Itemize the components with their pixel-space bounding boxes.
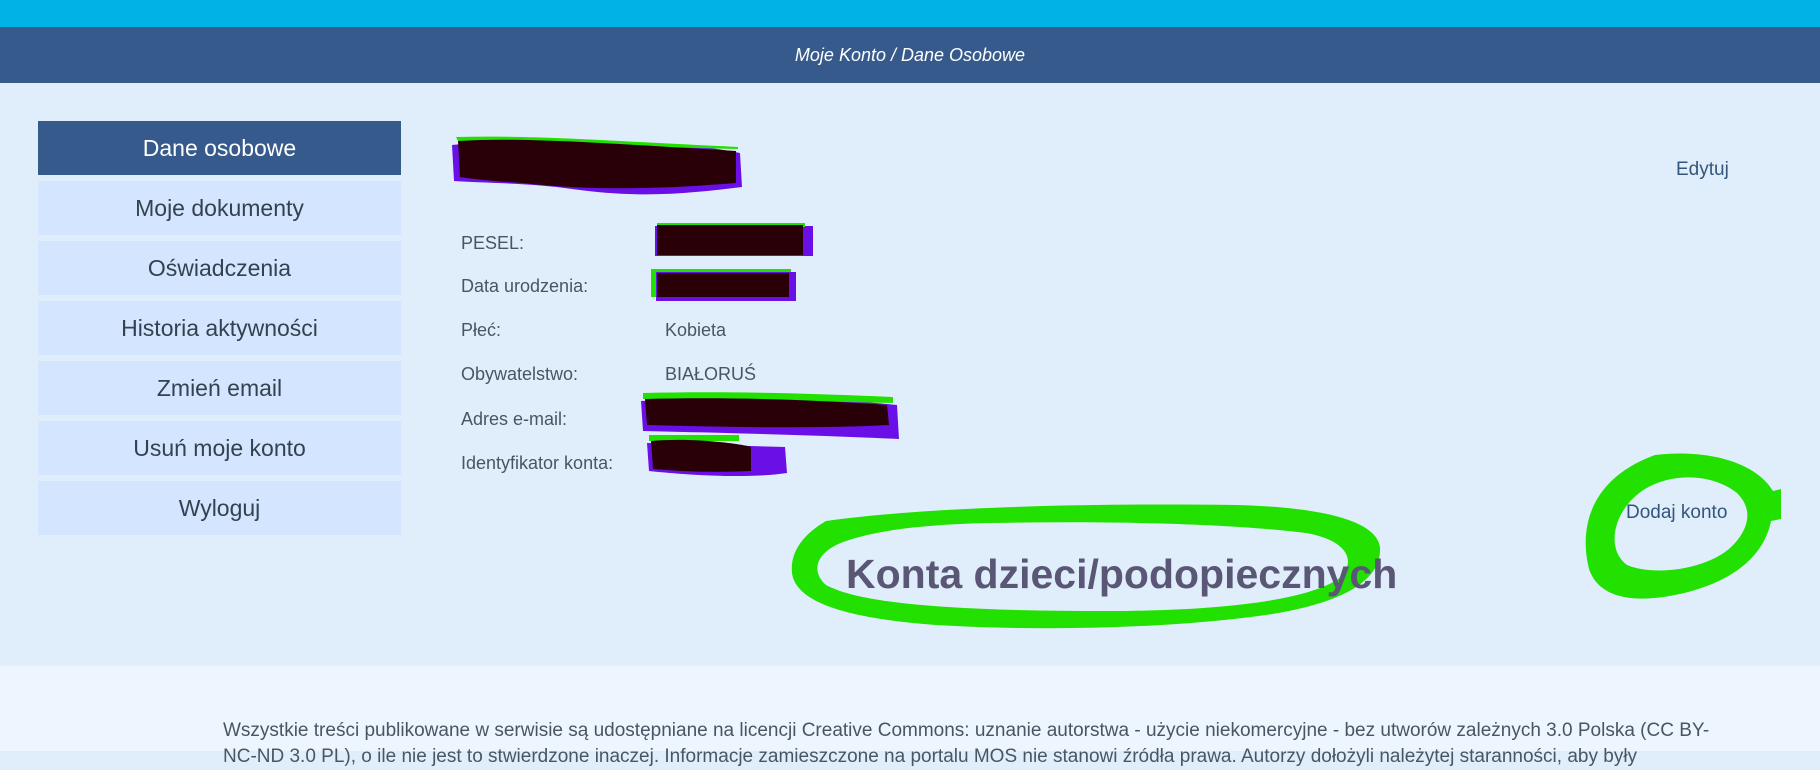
gender-label: Płeć: [461,320,502,340]
sidebar-item-label: Wyloguj [178,494,261,521]
sidebar-item-wyloguj[interactable]: Wyloguj [38,481,401,535]
sidebar-item-usun-konto[interactable]: Usuń moje konto [38,421,401,475]
email-label: Adres e-mail: [461,409,568,429]
edit-link[interactable]: Edytuj [1676,159,1729,181]
sidebar-item-label: Historia aktywności [121,314,318,341]
redacted-dob [651,269,796,301]
citizenship-value: BIAŁORUŚ [665,364,757,384]
sidebar-item-oswiadczenia[interactable]: Oświadczenia [38,241,401,295]
annotation-circle-add-account [1585,453,1781,599]
top-accent-bar [0,0,1820,27]
redacted-pesel [655,223,813,256]
account-id-label: Identyfikator konta: [461,453,614,473]
footer: Wszystkie treści publikowane w serwisie … [0,666,1820,767]
sidebar-item-label: Zmień email [156,374,283,401]
sidebar-item-zmien-email[interactable]: Zmień email [38,361,401,415]
sidebar-item-label: Oświadczenia [147,254,292,281]
redacted-name-scribble [452,136,742,195]
sidebar-item-moje-dokumenty[interactable]: Moje dokumenty [38,181,401,235]
dob-label: Data urodzenia: [461,276,589,296]
sidebar-item-label: Dane osobowe [142,134,297,161]
citizenship-label: Obywatelstwo: [461,364,579,384]
kids-accounts-title: Konta dzieci/podopiecznych [846,551,1398,597]
sidebar-item-dane-osobowe[interactable]: Dane osobowe [38,121,401,175]
pesel-label: PESEL: [461,233,525,253]
add-account-link[interactable]: Dodaj konto [1626,502,1727,524]
breadcrumb-text: Moje Konto / Dane Osobowe [794,44,1026,65]
sidebar-item-label: Moje dokumenty [135,194,304,221]
redacted-email [641,392,899,439]
sidebar-item-label: Usuń moje konto [133,434,306,461]
gender-value: Kobieta [665,320,727,340]
account-sidebar: Dane osobowe Moje dokumenty Oświadczenia… [38,121,401,541]
main-content: Dane osobowe Moje dokumenty Oświadczenia… [0,83,1820,666]
sidebar-item-historia[interactable]: Historia aktywności [38,301,401,355]
page-breadcrumb: Moje Konto / Dane Osobowe [0,27,1820,83]
license-text: Wszystkie treści publikowane w serwisie … [223,720,1710,767]
redacted-account-id [647,435,787,477]
